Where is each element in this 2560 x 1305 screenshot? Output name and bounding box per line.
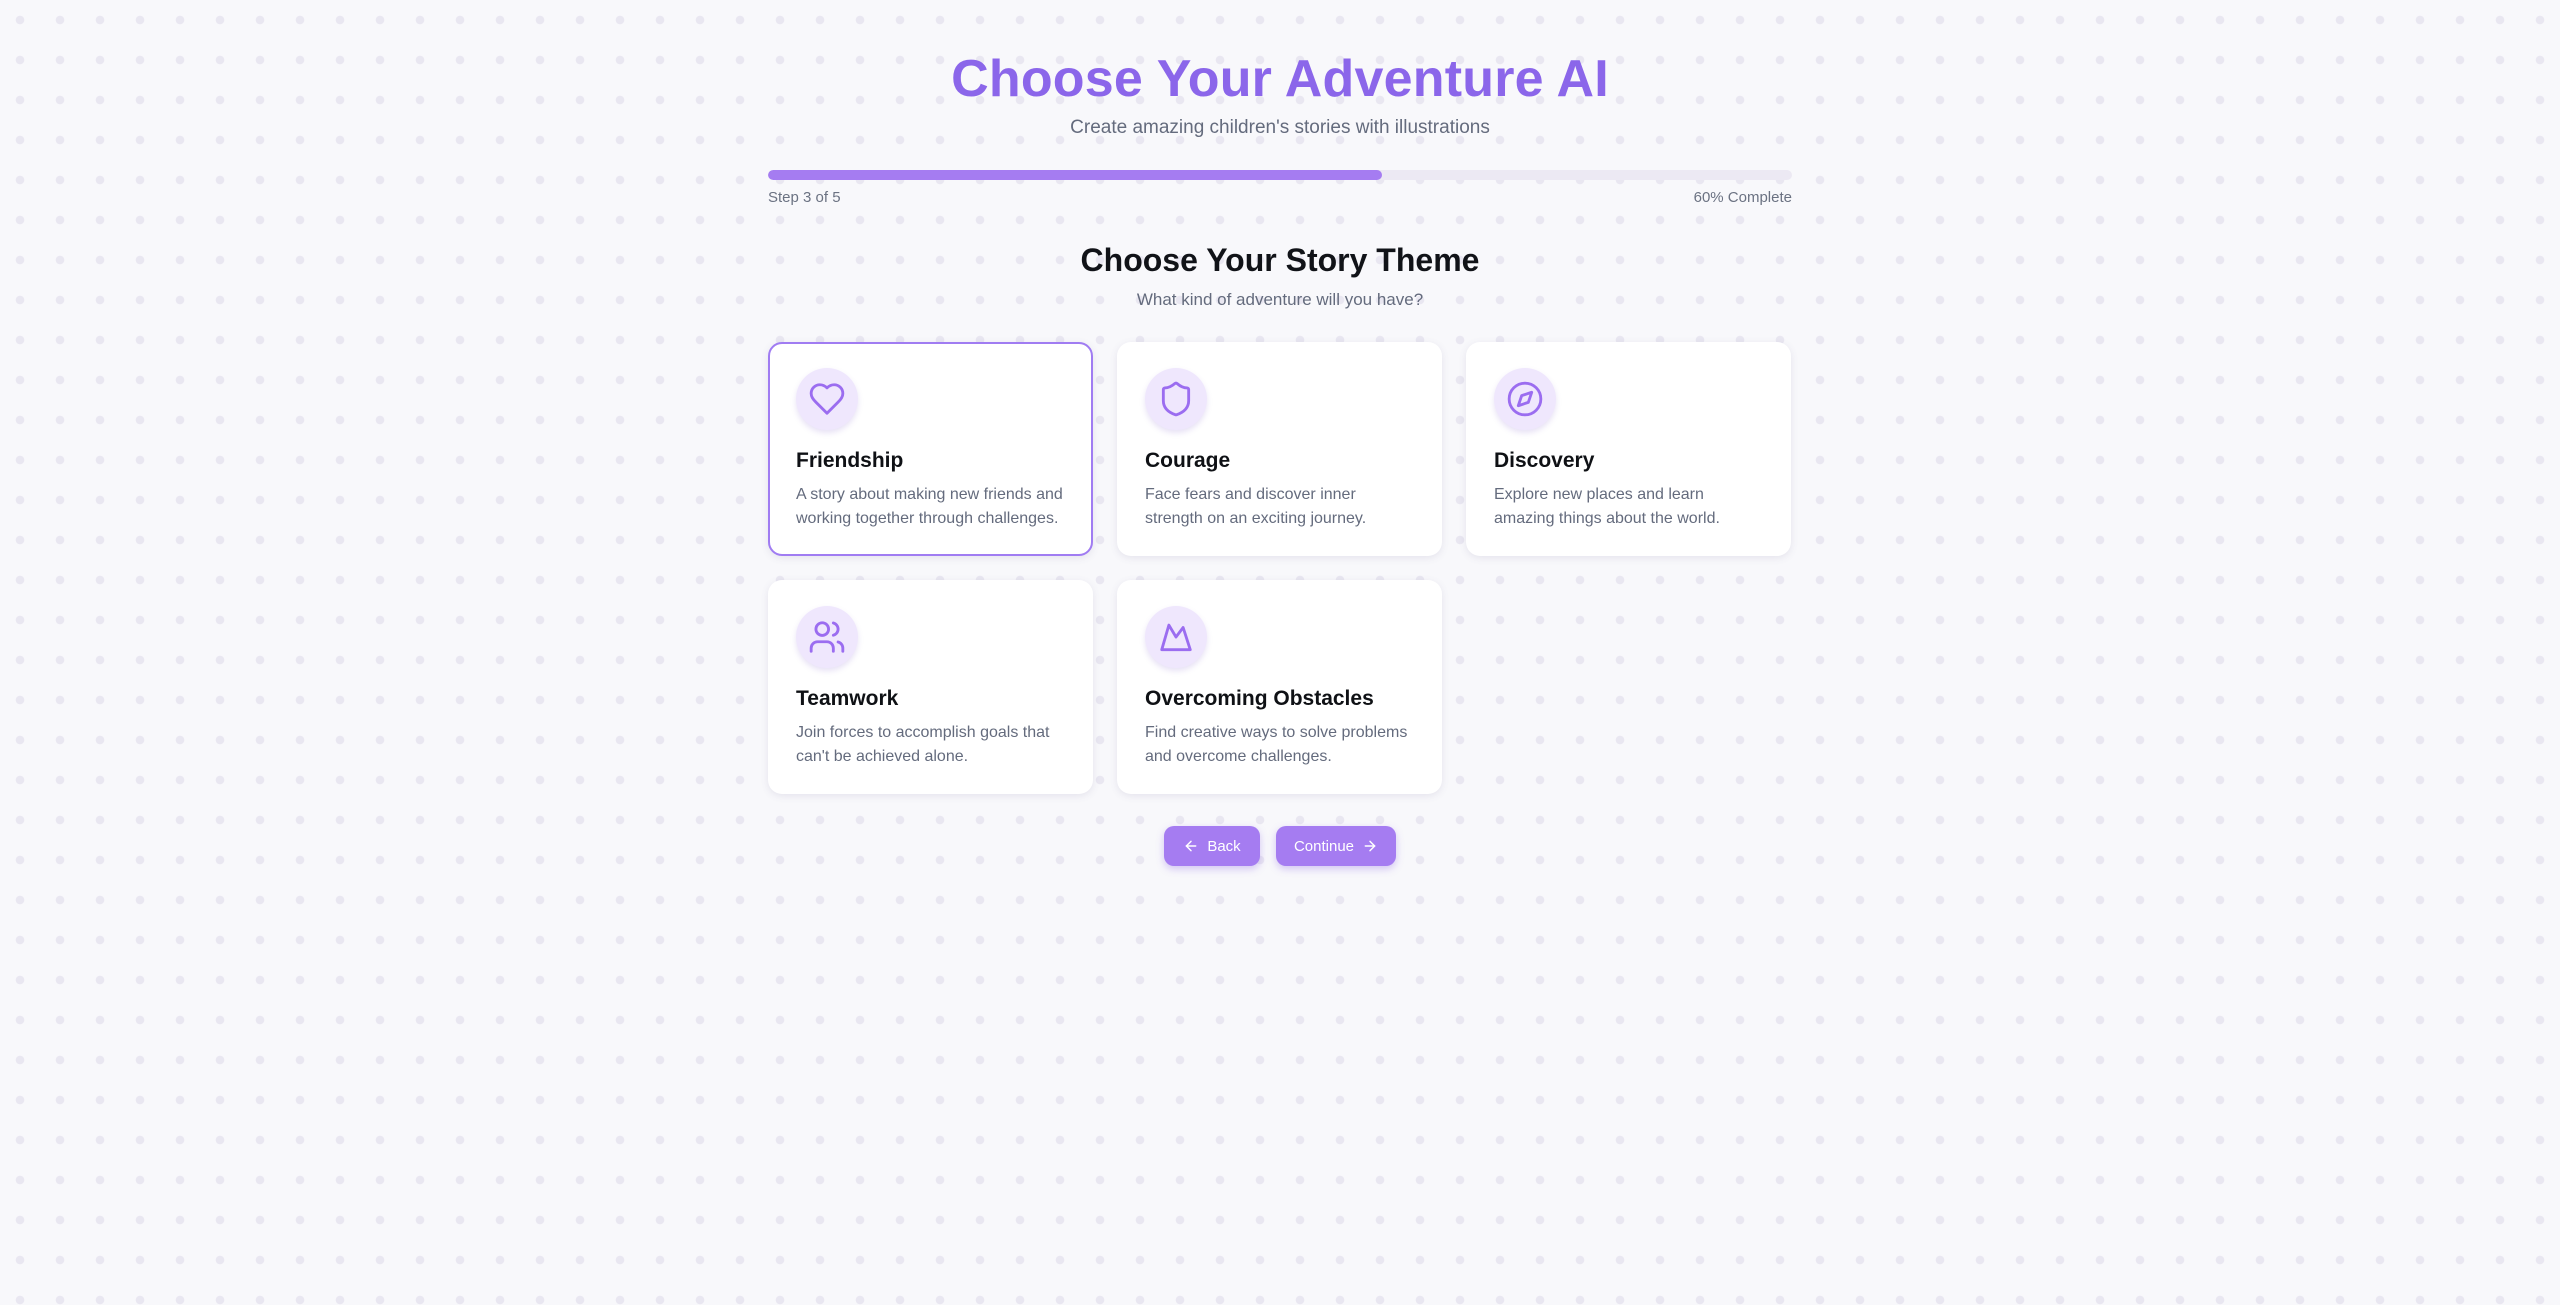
theme-card-description: Find creative ways to solve problems and… <box>1145 724 1408 765</box>
heart-icon <box>809 383 845 415</box>
theme-card-teamwork[interactable]: Teamwork Join forces to accomplish goals… <box>768 580 1093 794</box>
continue-button-label: Continue <box>1293 837 1355 855</box>
progress-section: Step 3 of 5 60% Complete <box>768 170 1792 206</box>
continue-button[interactable]: Continue <box>1276 826 1396 866</box>
theme-card-friendship[interactable]: Friendship A story about making new frie… <box>768 342 1093 556</box>
theme-card-title: Courage <box>1145 449 1231 472</box>
theme-card-description: Face fears and discover inner strength o… <box>1145 486 1367 527</box>
icon-badge <box>1145 606 1207 668</box>
theme-card-discovery[interactable]: Discovery Explore new places and learn a… <box>1466 342 1791 556</box>
back-button-label: Back <box>1207 837 1241 855</box>
app-title: Choose Your Adventure AI <box>951 50 1609 108</box>
theme-card-courage[interactable]: Courage Face fears and discover inner st… <box>1117 342 1442 556</box>
theme-card-description: Join forces to accomplish goals that can… <box>796 724 1050 765</box>
theme-grid: Friendship A story about making new frie… <box>768 342 1792 794</box>
compass-icon <box>1507 381 1543 417</box>
mountain-icon <box>1160 623 1192 652</box>
progress-bar <box>768 170 1792 180</box>
theme-card-title: Discovery <box>1494 449 1595 472</box>
app-subtitle: Create amazing children's stories with i… <box>1070 117 1490 138</box>
progress-step-label: Step 3 of 5 <box>768 189 841 206</box>
theme-card-overcoming-obstacles[interactable]: Overcoming Obstacles Find creative ways … <box>1117 580 1442 794</box>
wizard-actions: Back Continue <box>768 826 1792 866</box>
theme-card-title: Overcoming Obstacles <box>1145 687 1374 710</box>
icon-badge <box>796 368 858 430</box>
users-icon <box>809 621 845 653</box>
progress-meta: Step 3 of 5 60% Complete <box>768 189 1792 206</box>
section-title: Choose Your Story Theme <box>1080 242 1480 278</box>
theme-card-title: Friendship <box>796 449 904 472</box>
back-button[interactable]: Back <box>1164 826 1260 866</box>
theme-card-description: Explore new places and learn amazing thi… <box>1494 486 1720 527</box>
icon-badge <box>796 606 858 668</box>
app-container: Choose Your Adventure AI Create amazing … <box>768 0 1792 866</box>
theme-card-title: Teamwork <box>796 687 899 710</box>
icon-badge <box>1145 368 1207 430</box>
theme-card-description: A story about making new friends and wor… <box>796 486 1063 527</box>
icon-badge <box>1494 368 1556 430</box>
arrow-right-icon <box>1364 840 1376 852</box>
section-subtitle: What kind of adventure will you have? <box>1136 290 1424 309</box>
progress-percent-label: 60% Complete <box>1693 189 1792 206</box>
shield-icon <box>1161 381 1191 417</box>
arrow-left-icon <box>1185 840 1197 852</box>
progress-bar-fill <box>768 170 1383 180</box>
